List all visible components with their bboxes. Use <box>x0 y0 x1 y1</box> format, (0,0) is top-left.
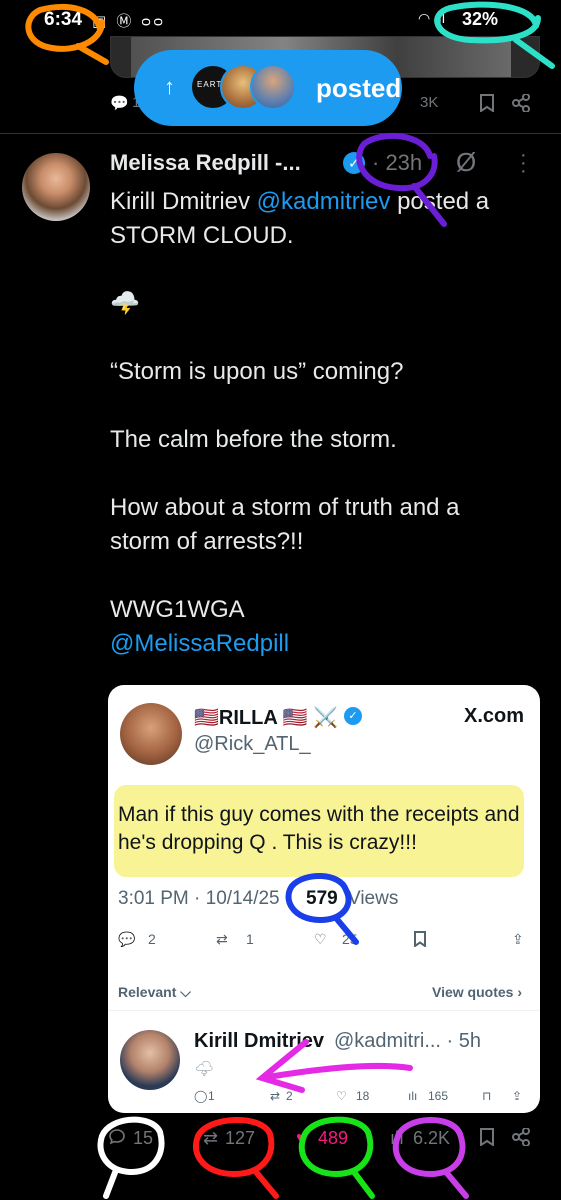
tweet-line: STORM CLOUD. <box>110 222 294 249</box>
tweet-line <box>110 321 540 355</box>
quoted-retweets-count: 1 <box>246 931 254 947</box>
bookmark-icon[interactable] <box>480 94 494 116</box>
posted-label: posted <box>316 73 402 103</box>
avatar <box>120 703 182 765</box>
tweet-line: Kirill Dmitriev @kadmitriev posted a <box>110 188 490 215</box>
tweet-line: WWG1WGA <box>110 596 245 623</box>
quoted-author-name: 🇺🇸RILLA 🇺🇸 ⚔️ <box>194 707 338 729</box>
quoted-replies-count: 2 <box>148 931 156 947</box>
relevant-filter: Relevant ⌵ <box>118 984 191 1000</box>
share-button[interactable] <box>512 1127 530 1151</box>
bookmark-icon <box>414 931 426 950</box>
new-posts-pill[interactable]: ↑ EARTH posted <box>134 50 402 126</box>
annotation-white-circle <box>97 1116 165 1199</box>
share-icon: ⇪ <box>512 1089 523 1103</box>
storm-cloud-emoji: 🌩 <box>194 1061 215 1078</box>
tweet-line: The calm before the storm. <box>110 426 397 453</box>
tweet-divider <box>0 133 561 134</box>
tweet-text: Kirill Dmitriev @kadmitriev posted a STO… <box>110 185 540 661</box>
share-icon[interactable] <box>512 93 530 116</box>
annotation-violet-circle <box>392 1117 469 1199</box>
tweet-line <box>110 559 540 593</box>
avatar <box>120 1030 180 1090</box>
storm-cloud-emoji: 🌩️ <box>110 290 140 317</box>
arrow-up-icon: ↑ <box>164 74 175 99</box>
annotation-red-circle <box>193 1117 279 1199</box>
tweet-line <box>110 389 540 423</box>
tweet-line: storm of arrests?!! <box>110 528 304 555</box>
more-options-icon[interactable]: · · · <box>520 145 530 181</box>
tweet-line <box>110 457 540 491</box>
quoted-author-handle: @Rick_ATL_ <box>194 733 311 755</box>
quoted-text: Man if this guy comes with the receipts … <box>118 803 520 854</box>
quoted-timestamp: 3:01 PM · 10/14/25 · <box>118 888 292 909</box>
bookmark-icon: ⊓ <box>482 1089 492 1103</box>
view-quotes-link: View quotes › <box>432 984 522 1000</box>
reply-views-count: 165 <box>428 1089 449 1103</box>
author-name[interactable]: Melissa Redpill -... <box>110 150 301 176</box>
tweet-line <box>110 253 540 287</box>
reply-replies-count: 1 <box>208 1089 215 1103</box>
annotation-green-circle <box>298 1116 375 1199</box>
divider <box>108 1010 540 1011</box>
annotation-magenta-arrow <box>255 1039 413 1093</box>
previous-views-count: 3K <box>420 94 439 111</box>
reply-icon: ◯ <box>194 1089 208 1103</box>
retweet-icon: ⇄ <box>216 931 228 947</box>
signature-mention-link[interactable]: @MelissaRedpill <box>110 627 540 661</box>
tweet-line: “Storm is upon us” coming? <box>110 358 404 385</box>
annotation-teal-circle <box>434 1 555 69</box>
author-avatar[interactable] <box>22 153 90 221</box>
source-label: X.com <box>464 705 525 727</box>
annotation-orange-circle <box>25 3 109 65</box>
bookmark-button[interactable] <box>480 1128 494 1151</box>
reply-icon[interactable]: 💬 <box>110 94 129 112</box>
annotation-purple-circle <box>356 132 447 227</box>
reply-icon: 💬 <box>118 931 136 947</box>
annotation-blue-circle <box>285 872 359 945</box>
avatar <box>250 64 296 110</box>
verified-badge-icon: ✓ <box>344 707 362 725</box>
tweet-line: How about a storm of truth and a <box>110 494 460 521</box>
share-icon: ⇪ <box>512 931 524 947</box>
